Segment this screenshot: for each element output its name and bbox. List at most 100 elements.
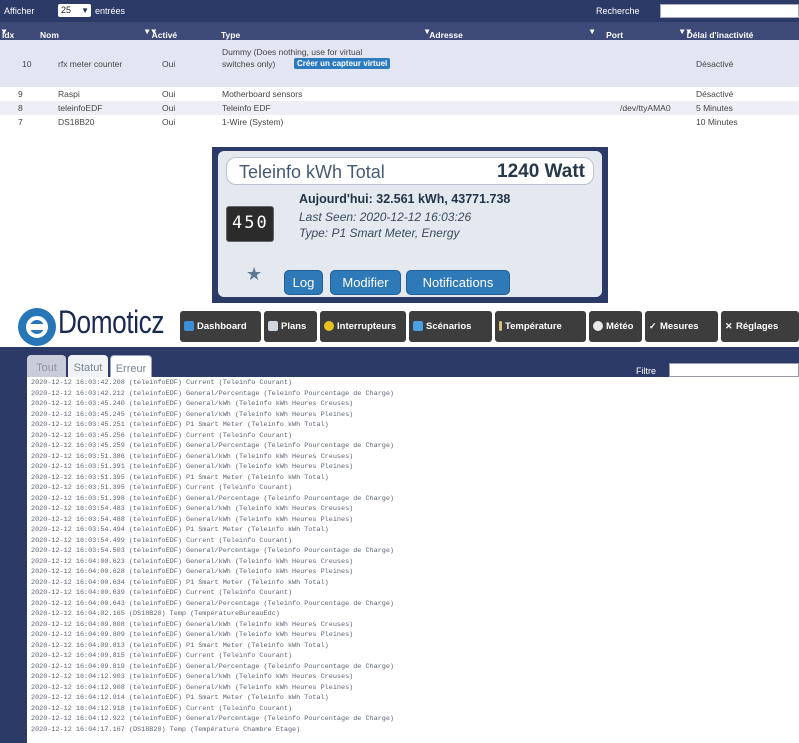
widget-name: Teleinfo kWh Total bbox=[239, 162, 385, 182]
log-line: 2020-12-12 16:04:00.643 (teleinfoEDF) Ge… bbox=[31, 599, 395, 608]
cloud-icon bbox=[593, 321, 603, 332]
cell-name: rfx meter counter bbox=[58, 59, 123, 69]
cell-name: teleinfoEDF bbox=[58, 103, 103, 113]
meter-digits: 450 bbox=[232, 213, 269, 233]
log-button[interactable]: Log bbox=[284, 270, 323, 295]
scenes-icon bbox=[413, 321, 423, 332]
col-idx[interactable]: Idx ▾ bbox=[2, 26, 14, 40]
log-line: 2020-12-12 16:03:51.391 (teleinfoEDF) Ge… bbox=[31, 463, 354, 471]
nav-plans[interactable]: Plans bbox=[264, 311, 317, 342]
device-widget: Teleinfo kWh Total 1240 Watt 450 Aujourd… bbox=[212, 147, 608, 303]
chevron-down-icon: ▼ bbox=[81, 6, 89, 15]
log-line: 2020-12-12 16:04:00.634 (teleinfoEDF) P1… bbox=[31, 578, 329, 587]
favorite-star-icon[interactable]: ★ bbox=[246, 264, 262, 285]
cell-name: Raspi bbox=[58, 89, 80, 99]
widget-card: Teleinfo kWh Total 1240 Watt 450 Aujourd… bbox=[218, 151, 602, 297]
log-line: 2020-12-12 16:04:12.903 (teleinfoEDF) Ge… bbox=[31, 673, 354, 681]
widget-last-seen: Last Seen: 2020-12-12 16:03:26 bbox=[299, 210, 472, 224]
cell-idx: 10 bbox=[22, 59, 32, 69]
log-line: 2020-12-12 16:04:09.813 (teleinfoEDF) P1… bbox=[31, 641, 329, 650]
widget-today: Aujourd'hui: 32.561 kWh, 43771.738 bbox=[299, 192, 511, 206]
cell-timeout: 10 Minutes bbox=[696, 117, 738, 127]
log-line: 2020-12-12 16:03:51.395 (teleinfoEDF) P1… bbox=[31, 473, 329, 482]
log-panel: Tout Statut Erreur Filtre 2020-12-12 16:… bbox=[0, 347, 799, 743]
cell-timeout: Désactivé bbox=[696, 59, 734, 69]
entries-label: entrées bbox=[95, 6, 126, 16]
cell-name: DS18B20 bbox=[58, 117, 95, 127]
cell-type: Dummy (Does nothing, use for virtual bbox=[222, 47, 363, 57]
log-line: 2020-12-12 16:04:17.167 (DS18B20) Temp (… bbox=[31, 725, 301, 734]
widget-type: Type: P1 Smart Meter, Energy bbox=[299, 226, 460, 240]
table-row[interactable]: 9 Raspi Oui Motherboard sensors Désactiv… bbox=[0, 87, 799, 101]
log-line: 2020-12-12 16:04:12.918 (teleinfoEDF) Cu… bbox=[31, 704, 293, 713]
table-toolbar: Afficher 25 ▼ entrées Recherche bbox=[0, 0, 799, 22]
cell-type: 1-Wire (System) bbox=[222, 117, 284, 127]
nav-temperature[interactable]: Température bbox=[495, 311, 586, 342]
check-icon: ✓ bbox=[649, 321, 657, 332]
table-row[interactable]: 7 DS18B20 Oui 1-Wire (System) 10 Minutes bbox=[0, 115, 799, 129]
entries-select[interactable]: 25 ▼ bbox=[58, 4, 91, 17]
log-line: 2020-12-12 16:03:45.240 (teleinfoEDF) Ge… bbox=[31, 400, 354, 408]
nav-measures[interactable]: ✓ Mesures bbox=[645, 311, 718, 342]
log-line: 2020-12-12 16:04:09.819 (teleinfoEDF) Ge… bbox=[31, 662, 395, 671]
search-input[interactable] bbox=[660, 4, 799, 18]
log-line: 2020-12-12 16:04:12.922 (teleinfoEDF) Ge… bbox=[31, 715, 395, 723]
modify-button[interactable]: Modifier bbox=[330, 270, 401, 295]
log-line: 2020-12-12 16:03:51.386 (teleinfoEDF) Ge… bbox=[31, 452, 354, 461]
meter-icon: 450 bbox=[226, 206, 274, 242]
cell-type-2: switches only) bbox=[222, 59, 276, 69]
widget-value: 1240 Watt bbox=[497, 161, 585, 182]
log-line: 2020-12-12 16:03:54.488 (teleinfoEDF) Ge… bbox=[31, 515, 354, 524]
log-line: 2020-12-12 16:03:51.398 (teleinfoEDF) Ge… bbox=[31, 494, 395, 503]
wrench-icon: ✕ bbox=[725, 321, 733, 332]
cell-idx: 7 bbox=[18, 117, 23, 127]
cell-active: Oui bbox=[162, 103, 176, 113]
log-line: 2020-12-12 16:04:09.809 (teleinfoEDF) Ge… bbox=[31, 631, 354, 639]
log-line: 2020-12-12 16:04:02.165 (DS18B20) Temp (… bbox=[31, 610, 280, 618]
cell-active: Oui bbox=[162, 59, 176, 69]
log-line: 2020-12-12 16:03:45.251 (teleinfoEDF) P1… bbox=[31, 421, 329, 429]
nav-dashboard[interactable]: Dashboard bbox=[180, 311, 261, 342]
domoticz-logo-icon[interactable] bbox=[18, 308, 56, 346]
entries-select-value: 25 bbox=[61, 5, 72, 15]
col-timeout[interactable]: ▾ Délai d'inactivité ▾ bbox=[680, 26, 753, 40]
table-header: Idx ▾ Nom ▾ Activé ▾ Type ▾ Adresse ▾ Po… bbox=[0, 22, 799, 40]
table-row[interactable]: 10 rfx meter counter Oui Dummy (Does not… bbox=[0, 40, 799, 87]
log-line: 2020-12-12 16:03:54.503 (teleinfoEDF) Ge… bbox=[31, 547, 395, 555]
log-line: 2020-12-12 16:03:42.208 (teleinfoEDF) Cu… bbox=[31, 379, 293, 387]
cell-type: Teleinfo EDF bbox=[222, 103, 271, 113]
main-nav: Dashboard Plans Interrupteurs Scénarios … bbox=[180, 311, 799, 342]
nav-switches[interactable]: Interrupteurs bbox=[320, 311, 406, 342]
log-line: 2020-12-12 16:04:12.908 (teleinfoEDF) Ge… bbox=[31, 683, 354, 692]
nav-weather[interactable]: Météo bbox=[589, 311, 642, 342]
filter-label: Filtre bbox=[636, 366, 656, 376]
log-line: 2020-12-12 16:04:00.639 (teleinfoEDF) Cu… bbox=[31, 589, 293, 597]
nav-scenes[interactable]: Scénarios bbox=[409, 311, 492, 342]
thermometer-icon bbox=[499, 321, 502, 332]
filter-input[interactable] bbox=[669, 363, 799, 377]
log-line: 2020-12-12 16:04:09.815 (teleinfoEDF) Cu… bbox=[31, 652, 293, 660]
search-label: Recherche bbox=[596, 6, 640, 16]
log-line: 2020-12-12 16:03:45.256 (teleinfoEDF) Cu… bbox=[31, 431, 293, 440]
create-virtual-sensor-button[interactable]: Créer un capteur virtuel bbox=[294, 58, 391, 69]
cell-active: Oui bbox=[162, 117, 176, 127]
lightbulb-icon bbox=[324, 321, 334, 332]
log-line: 2020-12-12 16:04:12.914 (teleinfoEDF) P1… bbox=[31, 694, 329, 702]
log-line: 2020-12-12 16:03:45.259 (teleinfoEDF) Ge… bbox=[31, 442, 395, 450]
col-address[interactable]: ▾ Adresse bbox=[425, 26, 463, 40]
plans-icon bbox=[268, 321, 278, 332]
cell-timeout: 5 Minutes bbox=[696, 103, 733, 113]
notifications-button[interactable]: Notifications bbox=[406, 270, 510, 295]
col-active[interactable]: ▾ Activé ▾ bbox=[145, 26, 177, 40]
cell-type: Motherboard sensors bbox=[222, 89, 303, 99]
cell-idx: 9 bbox=[18, 89, 23, 99]
cell-idx: 8 bbox=[18, 103, 23, 113]
dashboard-icon bbox=[184, 321, 194, 332]
col-port[interactable]: ▾ Port bbox=[590, 26, 623, 40]
nav-settings[interactable]: ✕ Réglages bbox=[721, 311, 799, 342]
log-line: 2020-12-12 16:04:09.808 (teleinfoEDF) Ge… bbox=[31, 620, 354, 629]
brand-name[interactable]: Domoticz bbox=[58, 304, 164, 341]
cell-active: Oui bbox=[162, 89, 176, 99]
log-area[interactable]: 2020-12-12 16:03:42.208 (teleinfoEDF) Cu… bbox=[27, 377, 799, 743]
table-row[interactable]: 8 teleinfoEDF Oui Teleinfo EDF /dev/ttyA… bbox=[0, 101, 799, 115]
